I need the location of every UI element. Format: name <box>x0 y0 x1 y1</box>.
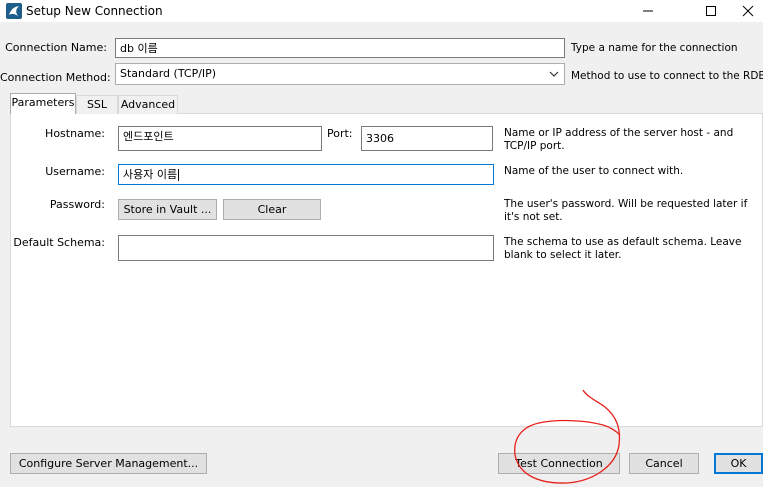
username-input[interactable]: 사용자 이름 <box>118 164 494 185</box>
password-help: The user's password. Will be requested l… <box>504 198 748 223</box>
mysql-workbench-icon <box>6 3 22 19</box>
password-label: Password: <box>49 198 105 211</box>
window-title: Setup New Connection <box>26 4 163 18</box>
tab-parameters[interactable]: Parameters <box>10 93 76 114</box>
username-help: Name of the user to connect with. <box>504 165 684 177</box>
cancel-button[interactable]: Cancel <box>629 453 699 474</box>
connection-name-input[interactable]: db 이름 <box>115 38 565 58</box>
tab-advanced[interactable]: Advanced <box>118 95 178 114</box>
hostname-input[interactable]: 엔드포인트 <box>118 126 322 151</box>
ok-button[interactable]: OK <box>714 453 763 474</box>
hostname-label: Hostname: <box>45 127 105 140</box>
connection-method-label: Connection Method: <box>0 71 111 84</box>
default-schema-help: The schema to use as default schema. Lea… <box>504 236 742 261</box>
connection-name-help: Type a name for the connection <box>571 42 738 54</box>
text-cursor <box>178 169 180 181</box>
configure-server-management-button[interactable]: Configure Server Management... <box>10 453 207 474</box>
port-input[interactable]: 3306 <box>361 126 493 151</box>
connection-method-value: Standard (TCP/IP) <box>120 67 217 80</box>
store-in-vault-button[interactable]: Store in Vault ... <box>118 199 217 220</box>
default-schema-label: Default Schema: <box>13 236 105 249</box>
connection-method-help: Method to use to connect to the RDBMS <box>571 70 763 82</box>
tab-ssl[interactable]: SSL <box>76 95 118 114</box>
default-schema-input[interactable] <box>118 235 494 261</box>
username-label: Username: <box>45 165 105 178</box>
close-icon[interactable] <box>732 0 763 22</box>
connection-name-label: Connection Name: <box>5 41 107 54</box>
port-label: Port: <box>327 127 353 140</box>
maximize-icon[interactable] <box>688 0 734 22</box>
connection-method-select[interactable]: Standard (TCP/IP) <box>115 63 565 85</box>
test-connection-button[interactable]: Test Connection <box>498 453 620 474</box>
parameters-panel <box>10 113 763 427</box>
chevron-down-icon <box>549 69 559 82</box>
hostname-help: Name or IP address of the server host - … <box>504 127 734 152</box>
minimize-icon[interactable] <box>625 0 671 22</box>
username-value: 사용자 이름 <box>123 168 178 181</box>
clear-password-button[interactable]: Clear <box>223 199 321 220</box>
